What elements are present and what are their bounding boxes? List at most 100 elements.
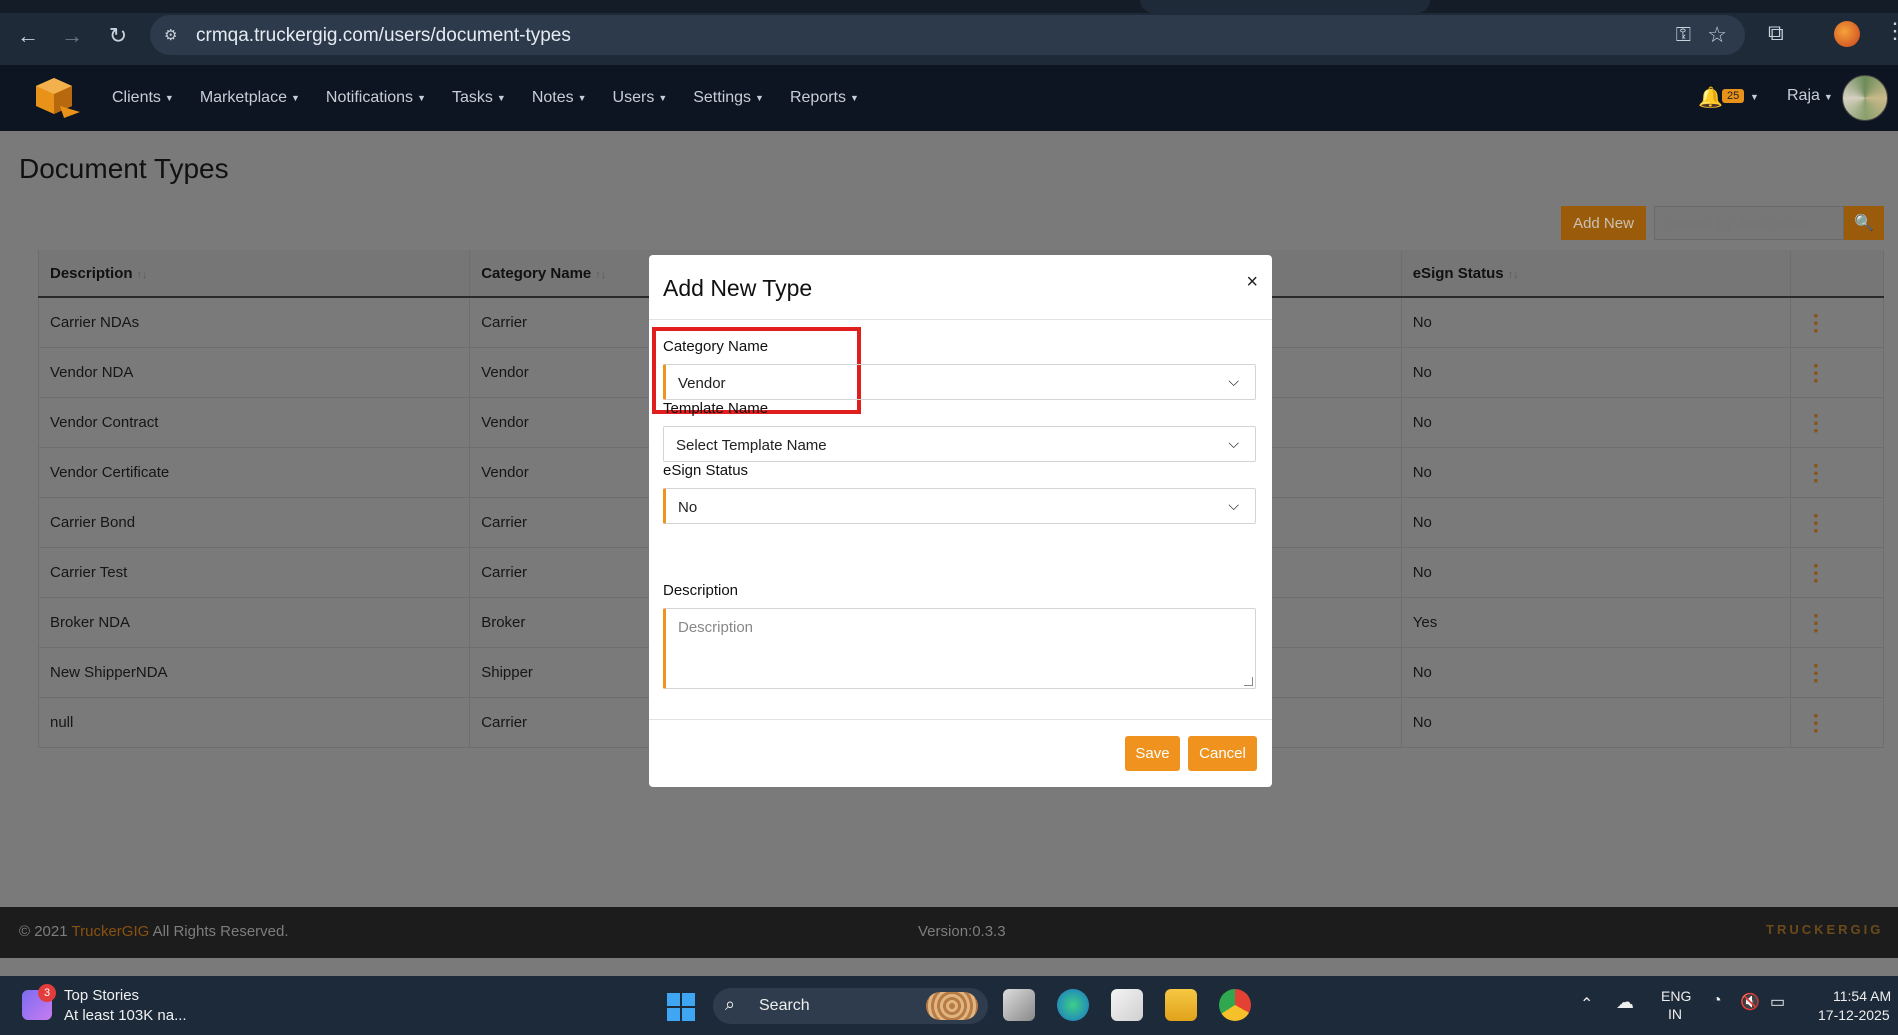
resize-handle-icon[interactable] (1244, 677, 1253, 686)
save-button[interactable]: Save (1125, 736, 1180, 771)
search-button[interactable]: 🔍 (1844, 206, 1884, 240)
sort-icon[interactable]: ↑↓ (595, 269, 606, 281)
cell-description: Vendor NDA (37, 347, 471, 398)
chevron-down-icon: ⌵ (1228, 373, 1239, 389)
divider (649, 719, 1272, 720)
taskbar-search[interactable]: ⌕ Search (713, 988, 988, 1024)
news-badge: 3 (38, 984, 56, 1002)
cell-esign: No (1401, 297, 1791, 348)
cell-actions: ⋮ (1790, 647, 1885, 698)
news-subtitle[interactable]: At least 103K na... (64, 1007, 187, 1024)
profile-icon[interactable] (1834, 21, 1860, 47)
sort-icon[interactable]: ↑↓ (1508, 269, 1519, 281)
menu-tasks[interactable]: Tasks ▼ (452, 89, 506, 107)
menu-settings[interactable]: Settings ▼ (693, 89, 764, 107)
url-text[interactable]: crmqa.truckergig.com/users/document-type… (196, 25, 571, 47)
row-actions-icon[interactable]: ⋮ (1805, 360, 1827, 385)
row-actions-icon[interactable]: ⋮ (1805, 610, 1827, 635)
back-icon[interactable]: ← (14, 22, 42, 50)
template-name-label: Template Name (663, 400, 769, 417)
language-indicator[interactable]: ENG (1661, 988, 1691, 1004)
bell-icon[interactable]: 🔔 (1698, 85, 1723, 110)
column-label: Category Name (481, 264, 592, 282)
clock-time[interactable]: 11:54 AM (1833, 988, 1891, 1004)
menu-notes[interactable]: Notes ▼ (532, 89, 587, 107)
caret-down-icon: ▼ (755, 93, 764, 103)
browser-tab[interactable] (1140, 0, 1430, 13)
row-actions-icon[interactable]: ⋮ (1805, 660, 1827, 685)
search-icon: ⌕ (725, 994, 736, 1014)
clock-date[interactable]: 17-12-2025 (1818, 1007, 1890, 1023)
cell-actions: ⋮ (1790, 597, 1885, 648)
cloud-icon[interactable]: ☁ (1616, 992, 1634, 1013)
description-textarea[interactable]: Description (663, 608, 1256, 689)
version-text: Version:0.3.3 (918, 923, 1006, 940)
row-actions-icon[interactable]: ⋮ (1805, 310, 1827, 335)
close-icon[interactable]: × (1246, 271, 1258, 294)
avatar[interactable] (1842, 75, 1888, 121)
search-input[interactable] (1654, 206, 1844, 240)
cell-description: Carrier Bond (37, 497, 471, 548)
app-navbar: Clients ▼ Marketplace ▼ Notifications ▼ Tas… (0, 65, 1898, 131)
address-bar[interactable]: ⚙ crmqa.truckergig.com/users/document-ty… (150, 15, 1745, 55)
column-label: Description (50, 264, 133, 282)
chevron-up-icon[interactable]: ⌃ (1580, 994, 1593, 1014)
row-actions-icon[interactable]: ⋮ (1805, 510, 1827, 535)
battery-icon[interactable]: ▭ (1770, 992, 1785, 1012)
user-menu[interactable]: Raja ▼ (1787, 87, 1833, 105)
edge-browser-icon[interactable] (1057, 989, 1089, 1021)
forward-icon[interactable]: → (58, 22, 86, 50)
template-name-select[interactable]: Select Template Name ⌵ (663, 426, 1256, 462)
modal-title: Add New Type (663, 275, 813, 301)
row-actions-icon[interactable]: ⋮ (1805, 460, 1827, 485)
bookmark-star-icon[interactable]: ☆ (1707, 22, 1727, 48)
menu-notifications[interactable]: Notifications ▼ (326, 89, 426, 107)
chevron-down-icon: ⌵ (1228, 435, 1239, 451)
password-key-icon[interactable]: ⚿ (1676, 24, 1691, 47)
file-explorer-icon[interactable] (1165, 989, 1197, 1021)
category-name-select[interactable]: Vendor ⌵ (663, 364, 1256, 400)
caret-down-icon[interactable]: ▼ (1750, 92, 1759, 102)
volume-muted-icon[interactable]: 🔇 (1740, 992, 1760, 1012)
browser-menu-icon[interactable]: ⋮ (1884, 18, 1898, 44)
task-view-icon[interactable] (1003, 989, 1035, 1021)
app-footer: © 2021 TruckerGIG All Rights Reserved. V… (0, 907, 1898, 958)
chrome-icon[interactable] (1219, 989, 1251, 1021)
cancel-button[interactable]: Cancel (1188, 736, 1257, 771)
cell-esign: No (1401, 397, 1791, 448)
extensions-icon[interactable]: ⧉ (1768, 20, 1794, 46)
column-header-description[interactable]: Description ↑↓ (37, 250, 471, 298)
reload-icon[interactable]: ↻ (104, 22, 132, 50)
menu-clients[interactable]: Clients ▼ (112, 89, 174, 107)
language-region[interactable]: IN (1668, 1006, 1682, 1022)
column-header-actions (1790, 250, 1885, 298)
wifi-icon[interactable]: ◔ (1712, 992, 1722, 1010)
menu-label: Notifications (325, 89, 414, 106)
site-info-icon[interactable]: ⚙ (164, 26, 182, 44)
notification-badge[interactable]: 25 (1722, 89, 1745, 103)
windows-start-icon[interactable] (667, 993, 695, 1021)
menu-marketplace[interactable]: Marketplace ▼ (200, 89, 300, 107)
menu-label: Notes (531, 89, 574, 106)
taskbar-search-label: Search (759, 997, 810, 1014)
esign-status-select[interactable]: No ⌵ (663, 488, 1256, 524)
page-bottom-strip (0, 958, 1898, 976)
menu-label: Users (612, 89, 655, 106)
cell-description: Carrier Test (37, 547, 471, 598)
menu-reports[interactable]: Reports ▼ (790, 89, 859, 107)
sort-icon[interactable]: ↑↓ (137, 269, 148, 281)
description-label: Description (663, 582, 739, 599)
microsoft-store-icon[interactable] (1111, 989, 1143, 1021)
row-actions-icon[interactable]: ⋮ (1805, 710, 1827, 735)
news-title[interactable]: Top Stories (64, 987, 139, 1004)
brand-link[interactable]: TruckerGIG (72, 923, 150, 940)
cell-esign: Yes (1401, 597, 1791, 648)
menu-users[interactable]: Users ▼ (613, 89, 668, 107)
column-header-esign[interactable]: eSign Status ↑↓ (1401, 250, 1791, 298)
add-new-button[interactable]: Add New (1561, 206, 1646, 240)
cell-esign: No (1401, 447, 1791, 498)
esign-status-value: No (678, 499, 698, 516)
truckergig-logo[interactable] (34, 76, 82, 120)
row-actions-icon[interactable]: ⋮ (1805, 410, 1827, 435)
row-actions-icon[interactable]: ⋮ (1805, 560, 1827, 585)
